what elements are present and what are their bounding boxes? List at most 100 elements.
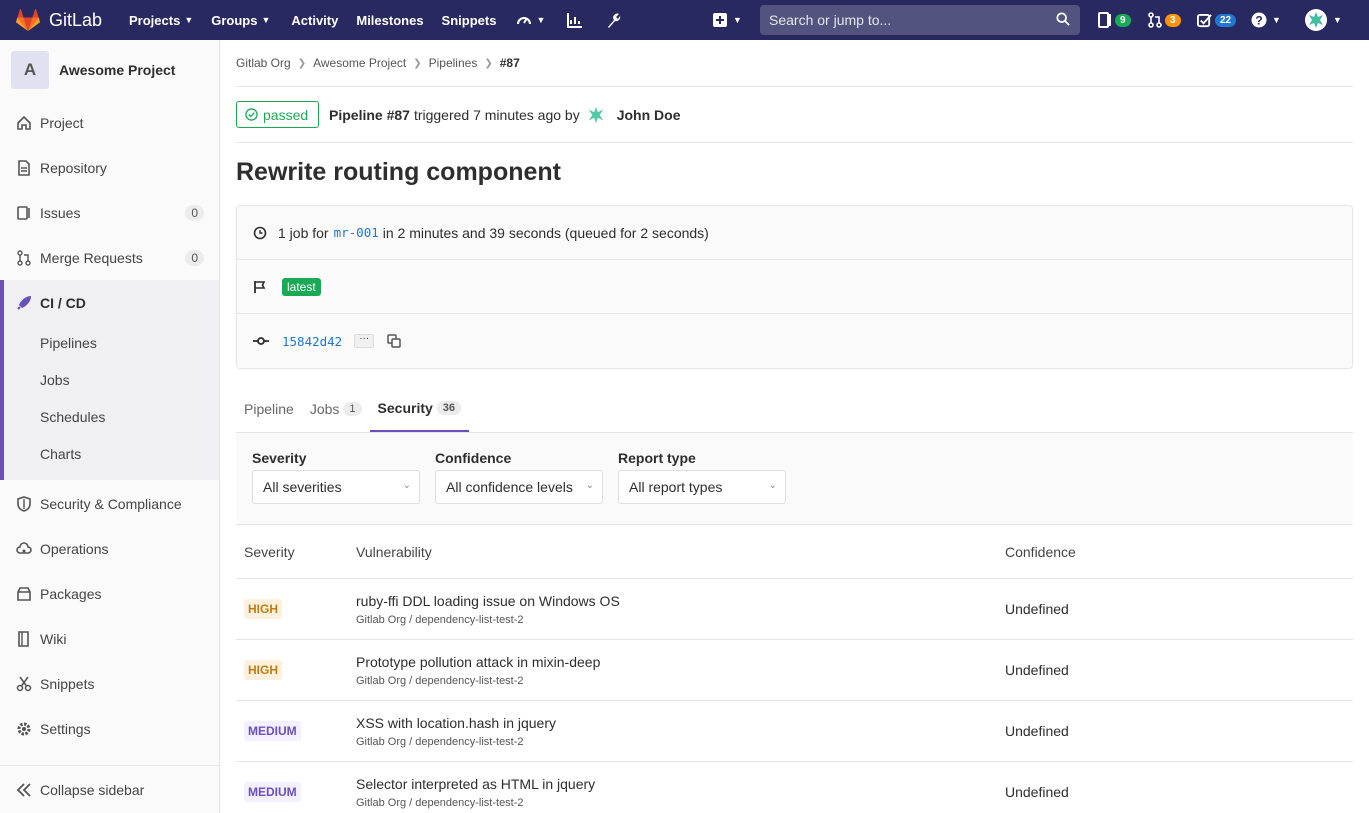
status-label: passed [263, 106, 309, 123]
sidebar-item-settings[interactable]: Settings [0, 706, 219, 751]
sidebar-subitem-pipelines[interactable]: Pipelines [40, 335, 97, 351]
sidebar-subitem-jobs[interactable]: Jobs [40, 372, 70, 388]
sidebar-item-cicd[interactable]: CI / CD [0, 280, 219, 325]
todos-count-badge: 22 [1215, 13, 1237, 27]
copy-icon[interactable] [387, 334, 401, 348]
author-avatar[interactable] [585, 104, 606, 125]
dashboard-dropdown[interactable]: ▼ [516, 12, 545, 28]
todo-check-icon [1197, 13, 1212, 27]
scissors-icon [16, 676, 32, 691]
sidebar-item-project[interactable]: Project [0, 100, 219, 145]
admin-link[interactable] [605, 12, 621, 28]
plus-square-icon [713, 13, 727, 27]
confidence-value: Undefined [1005, 601, 1069, 617]
gauge-icon [517, 17, 532, 25]
sidebar-item-wiki[interactable]: Wiki [0, 616, 219, 661]
dropdown-value: All severities [263, 479, 342, 495]
nav-snippets[interactable]: Snippets [442, 13, 497, 28]
chevron-down-icon: ⌄ [585, 480, 594, 491]
flag-icon [254, 280, 266, 293]
breadcrumb-group[interactable]: Gitlab Org [236, 56, 291, 70]
severity-dropdown[interactable]: All severities ⌄ [252, 470, 420, 504]
cloud-gear-icon [16, 541, 32, 554]
issues-count-badge: 9 [1115, 13, 1131, 27]
nav-groups[interactable]: Groups ▼ [211, 13, 270, 28]
shield-icon [17, 495, 31, 512]
nav-activity[interactable]: Activity [291, 13, 338, 28]
report-type-dropdown[interactable]: All report types ⌄ [618, 470, 786, 504]
column-header-severity: Severity [244, 543, 295, 560]
jobs-prefix: 1 job for [278, 224, 329, 241]
table-row[interactable]: HIGH ruby-ffi DDL loading issue on Windo… [236, 579, 1353, 640]
vulnerability-project: Gitlab Org / dependency-list-test-2 [356, 613, 524, 626]
rocket-icon [17, 295, 31, 310]
new-dropdown[interactable]: ▼ [712, 12, 742, 28]
sidebar-item-snippets[interactable]: Snippets [0, 661, 219, 706]
merge-requests-shortcut[interactable]: 3 [1148, 0, 1181, 40]
chevron-down-icon: ▼ [536, 15, 546, 25]
sidebar-subitem-charts[interactable]: Charts [40, 446, 81, 462]
pipeline-commit-row: 15842d42 ··· [237, 314, 1352, 368]
confidence-dropdown[interactable]: All confidence levels ⌄ [435, 470, 603, 504]
sidebar-item-label: Repository [40, 159, 107, 176]
search-icon [1056, 12, 1070, 26]
author-name[interactable]: John Doe [617, 107, 681, 123]
severity-badge: HIGH [244, 599, 282, 619]
table-row[interactable]: MEDIUM Selector interpreted as HTML in j… [236, 762, 1353, 813]
vulnerability-title[interactable]: Selector interpreted as HTML in jquery [356, 776, 997, 792]
mr-count-badge: 3 [1165, 13, 1181, 27]
tab-jobs[interactable]: Jobs 1 [302, 386, 370, 432]
help-dropdown[interactable]: ? ▼ [1251, 0, 1281, 40]
chevron-down-icon: ⌄ [768, 480, 777, 491]
vulnerability-title[interactable]: Prototype pollution attack in mixin-deep [356, 654, 997, 670]
pipeline-triggered-text: triggered 7 minutes ago by [413, 106, 580, 123]
severity-badge: MEDIUM [244, 721, 301, 741]
pipeline-flags-row: latest [237, 260, 1352, 314]
sidebar-subitem-schedules[interactable]: Schedules [40, 409, 105, 425]
merge-requests-count: 0 [185, 249, 204, 266]
analytics-link[interactable] [567, 12, 583, 28]
tab-security[interactable]: Security 36 [369, 386, 470, 432]
gear-icon [17, 722, 31, 735]
todos-shortcut[interactable]: 22 [1197, 0, 1237, 40]
ref-link[interactable]: mr-001 [334, 225, 379, 240]
sidebar-item-packages[interactable]: Packages [0, 571, 219, 616]
top-navbar: GitLab Projects ▼ Groups ▼ Activity Milest… [0, 0, 1369, 40]
nav-projects[interactable]: Projects ▼ [129, 13, 193, 28]
sidebar-item-security[interactable]: Security & Compliance [0, 481, 219, 526]
vulnerability-table-header: Severity Vulnerability Confidence [236, 525, 1353, 579]
sidebar-item-merge-requests[interactable]: Merge Requests 0 [0, 235, 219, 280]
sidebar-item-label: CI / CD [40, 294, 86, 311]
vulnerability-title[interactable]: ruby-ffi DDL loading issue on Windows OS [356, 593, 997, 609]
status-badge[interactable]: passed [236, 101, 319, 128]
user-menu[interactable]: ▼ [1305, 0, 1342, 40]
table-row[interactable]: HIGH Prototype pollution attack in mixin… [236, 640, 1353, 701]
tab-pipeline[interactable]: Pipeline [236, 386, 302, 432]
confidence-value: Undefined [1005, 723, 1069, 739]
package-icon [17, 586, 31, 601]
collapse-sidebar-button[interactable]: Collapse sidebar [0, 765, 219, 813]
sidebar-project-header[interactable]: A Awesome Project [0, 40, 219, 100]
chevron-down-icon: ▼ [733, 15, 742, 25]
vulnerability-project: Gitlab Org / dependency-list-test-2 [356, 796, 524, 809]
breadcrumb-project[interactable]: Awesome Project [313, 56, 406, 70]
main-content: Gitlab Org ❯ Awesome Project ❯ Pipelines ❯ … [236, 40, 1353, 813]
commit-sha-link[interactable]: 15842d42 [282, 334, 342, 349]
vulnerability-title[interactable]: XSS with location.hash in jquery [356, 715, 997, 731]
expand-commit-message-button[interactable]: ··· [354, 334, 375, 348]
sidebar-item-label: Packages [40, 585, 102, 602]
sidebar-item-issues[interactable]: Issues 0 [0, 190, 219, 235]
search-input[interactable]: Search or jump to... [760, 5, 1080, 35]
issues-shortcut[interactable]: 9 [1098, 0, 1131, 40]
breadcrumb-current[interactable]: #87 [500, 56, 520, 70]
nav-milestones[interactable]: Milestones [356, 13, 423, 28]
breadcrumb: Gitlab Org ❯ Awesome Project ❯ Pipelines ❯ … [236, 40, 1353, 87]
sidebar-item-repository[interactable]: Repository [0, 145, 219, 190]
sidebar-item-operations[interactable]: Operations [0, 526, 219, 571]
gitlab-logo[interactable]: GitLab [16, 8, 108, 32]
doc-icon [18, 159, 30, 176]
breadcrumb-pipelines[interactable]: Pipelines [429, 56, 478, 70]
sidebar-item-label: Issues [40, 204, 81, 221]
chart-icon [567, 13, 583, 28]
table-row[interactable]: MEDIUM XSS with location.hash in jquery G… [236, 701, 1353, 762]
